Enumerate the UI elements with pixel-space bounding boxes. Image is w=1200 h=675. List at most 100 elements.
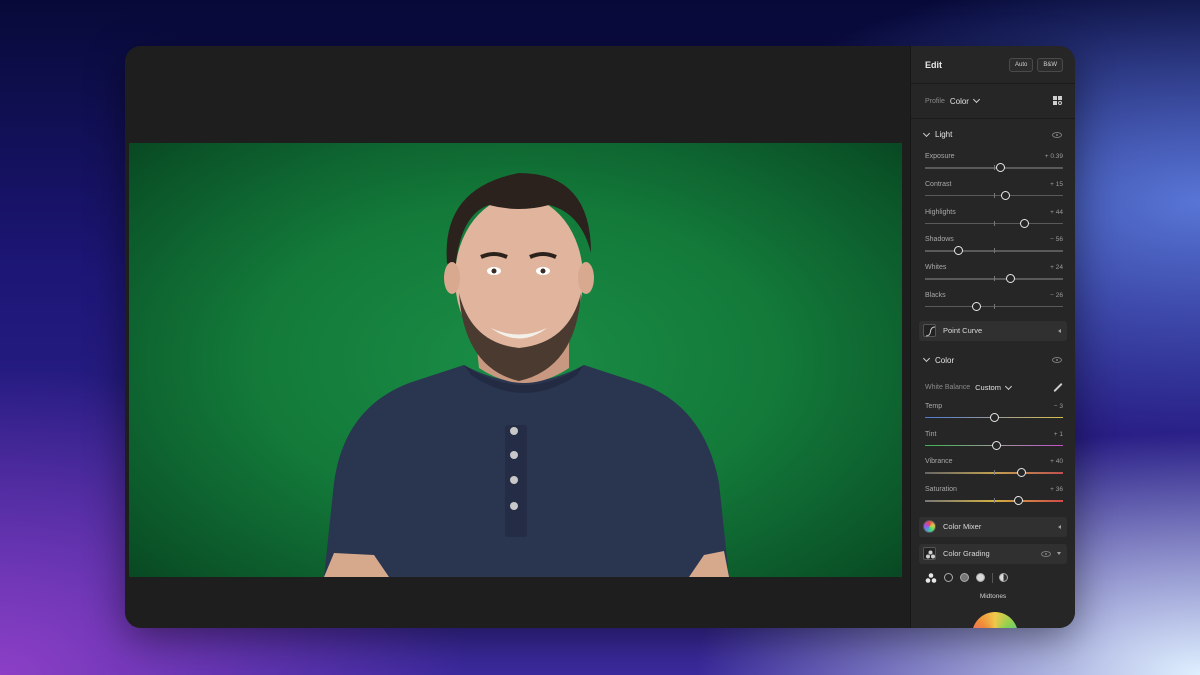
chevron-down-icon[interactable] — [1004, 382, 1013, 390]
chevron-down-icon[interactable] — [972, 95, 981, 104]
bw-button[interactable]: B&W — [1037, 57, 1063, 72]
midtones-wheel-icon[interactable] — [960, 573, 969, 583]
global-wheel-icon[interactable] — [999, 573, 1008, 583]
light-slider-blacks[interactable]: Blacks − 26 — [911, 289, 1075, 317]
slider-center-mark — [994, 220, 995, 226]
eyedropper-icon[interactable] — [1053, 383, 1063, 393]
slider-value[interactable]: + 36 — [1050, 486, 1063, 493]
slider-value[interactable]: + 40 — [1050, 458, 1063, 465]
white-balance-row: White Balance Custom — [911, 376, 1075, 400]
slider-label: Vibrance — [925, 458, 953, 466]
slider-value[interactable]: + 1 — [1054, 431, 1063, 438]
light-slider-contrast[interactable]: Contrast + 15 — [911, 178, 1075, 206]
light-slider-exposure[interactable]: Exposure + 0.39 — [911, 150, 1075, 178]
slider-thumb[interactable] — [996, 163, 1006, 172]
color-slider-temp[interactable]: Temp − 3 — [911, 400, 1075, 428]
color-slider-saturation[interactable]: Saturation + 36 — [911, 483, 1075, 511]
white-balance-dropdown[interactable]: Custom — [975, 383, 1001, 392]
slider-center-mark — [994, 248, 995, 254]
expand-icon[interactable] — [1058, 524, 1061, 529]
slider-center-mark — [994, 498, 995, 504]
color-sliders: Temp − 3 Tint + 1 Vibrance + 40 Saturation + 36 — [911, 400, 1075, 511]
slider-center-mark — [994, 165, 995, 170]
color-grading-label: Color Grading — [943, 549, 990, 559]
slider-value[interactable]: − 26 — [1050, 292, 1063, 299]
slider-center-mark — [994, 470, 995, 476]
eye-icon[interactable] — [1052, 131, 1062, 138]
slider-label: Saturation — [925, 486, 957, 494]
slider-track[interactable] — [925, 496, 1063, 506]
color-mixer-icon — [923, 520, 936, 534]
color-grading-panel[interactable]: Color Grading — [919, 543, 1067, 564]
divider — [992, 572, 993, 583]
slider-value[interactable]: − 56 — [1050, 236, 1063, 243]
three-way-icon[interactable] — [925, 572, 937, 584]
white-balance-label: White Balance — [925, 384, 971, 392]
shadows-wheel-icon[interactable] — [944, 573, 953, 583]
color-mixer-label: Color Mixer — [943, 522, 982, 532]
light-slider-whites[interactable]: Whites + 24 — [911, 261, 1075, 289]
light-slider-highlights[interactable]: Highlights + 44 — [911, 206, 1075, 234]
chevron-down-icon[interactable] — [922, 355, 931, 363]
profile-dropdown[interactable]: Color — [950, 97, 969, 106]
color-grading-icon — [923, 547, 936, 561]
point-curve-panel[interactable]: Point Curve — [919, 320, 1067, 341]
photo-canvas[interactable] — [125, 46, 910, 628]
light-slider-shadows[interactable]: Shadows − 56 — [911, 233, 1075, 261]
midtones-label: Midtones — [979, 592, 1007, 600]
slider-value[interactable]: + 44 — [1050, 209, 1063, 216]
slider-thumb[interactable] — [1006, 274, 1016, 284]
slider-track[interactable] — [925, 274, 1063, 284]
color-title: Color — [935, 355, 955, 365]
collapse-icon[interactable] — [1057, 552, 1061, 556]
slider-value[interactable]: + 24 — [1050, 264, 1063, 271]
curve-icon — [923, 324, 936, 338]
light-title: Light — [935, 130, 953, 139]
slider-track[interactable] — [925, 440, 1063, 450]
slider-track[interactable] — [925, 218, 1063, 228]
eye-icon[interactable] — [1052, 357, 1062, 364]
expand-icon[interactable] — [1058, 328, 1061, 333]
slider-label: Contrast — [925, 180, 952, 188]
slider-label: Temp — [925, 402, 943, 410]
slider-track[interactable] — [925, 468, 1063, 478]
slider-thumb[interactable] — [953, 246, 963, 256]
slider-value[interactable]: + 0.39 — [1045, 153, 1063, 160]
slider-track[interactable] — [925, 190, 1063, 200]
slider-thumb[interactable] — [989, 412, 999, 422]
edit-panel: Edit Auto B&W Profile Color Light Exposu… — [910, 46, 1075, 628]
slider-center-mark — [994, 303, 995, 309]
slider-track[interactable] — [925, 163, 1063, 172]
light-sliders: Exposure + 0.39 Contrast + 15 Highlights + 44… — [911, 150, 1075, 317]
slider-thumb[interactable] — [1019, 218, 1029, 228]
slider-label: Shadows — [925, 236, 954, 244]
chevron-down-icon[interactable] — [922, 129, 931, 137]
slider-track[interactable] — [925, 412, 1063, 422]
eye-icon[interactable] — [1041, 550, 1051, 557]
color-slider-vibrance[interactable]: Vibrance + 40 — [911, 455, 1075, 483]
highlights-wheel-icon[interactable] — [976, 573, 985, 583]
photo-preview[interactable] — [129, 143, 902, 577]
slider-thumb[interactable] — [992, 440, 1002, 450]
slider-label: Blacks — [925, 291, 946, 299]
edit-title: Edit — [925, 59, 942, 70]
color-mixer-panel[interactable]: Color Mixer — [919, 516, 1067, 537]
slider-label: Tint — [925, 430, 937, 438]
color-section-header[interactable]: Color — [911, 345, 1075, 376]
slider-value[interactable]: − 3 — [1054, 403, 1063, 410]
profile-row: Profile Color — [911, 84, 1075, 119]
light-section-header[interactable]: Light — [911, 119, 1075, 150]
auto-button[interactable]: Auto — [1008, 57, 1034, 72]
profile-browser-icon[interactable] — [1053, 96, 1063, 106]
slider-thumb[interactable] — [1017, 468, 1027, 478]
person-photo — [324, 173, 729, 577]
slider-track[interactable] — [925, 246, 1063, 256]
slider-thumb[interactable] — [971, 301, 981, 311]
slider-thumb[interactable] — [1014, 496, 1024, 506]
slider-track[interactable] — [925, 301, 1063, 311]
slider-thumb[interactable] — [1001, 190, 1011, 200]
color-slider-tint[interactable]: Tint + 1 — [911, 428, 1075, 456]
profile-label: Profile — [925, 97, 945, 105]
slider-label: Exposure — [925, 153, 955, 160]
slider-value[interactable]: + 15 — [1050, 181, 1063, 188]
